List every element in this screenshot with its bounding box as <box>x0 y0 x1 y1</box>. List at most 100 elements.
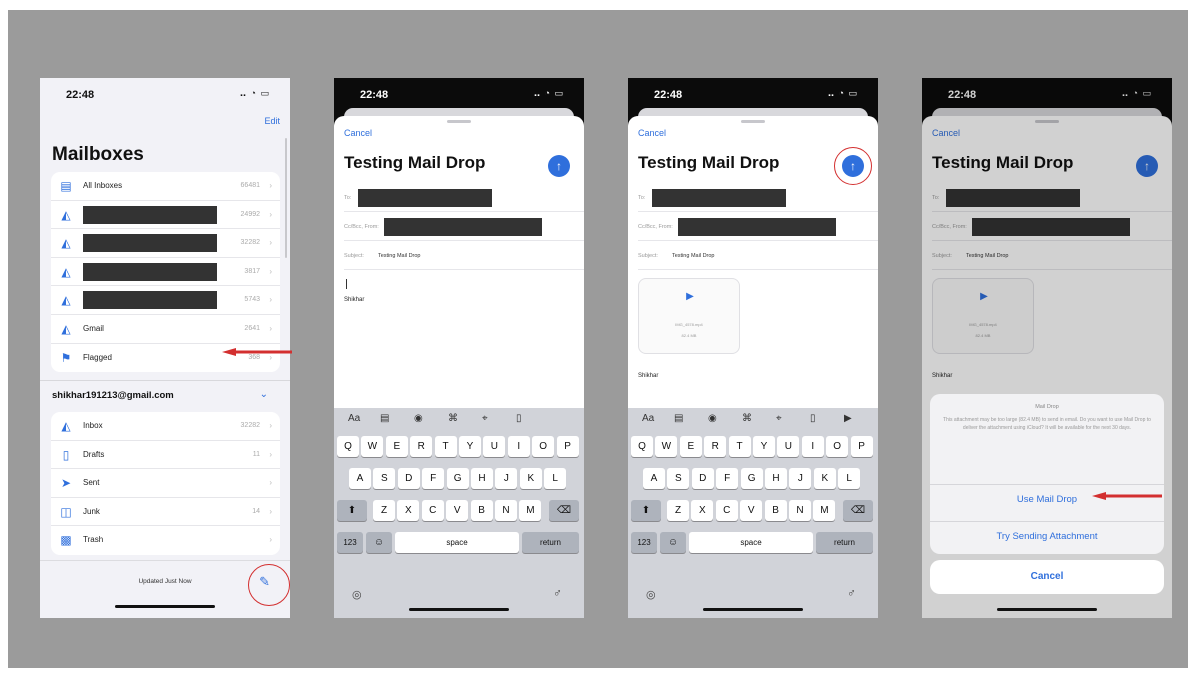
to-field[interactable]: To: <box>344 186 584 212</box>
return-key[interactable]: return <box>522 532 579 553</box>
space-key[interactable]: space <box>395 532 519 553</box>
key[interactable]: E <box>385 436 408 457</box>
delete-key[interactable]: ⌫ <box>843 500 873 521</box>
attach-file-icon[interactable]: ▯ <box>810 413 816 424</box>
key[interactable]: D <box>691 468 714 489</box>
mailbox-redacted[interactable]: ◭ 5743 › <box>51 286 280 315</box>
key[interactable]: Z <box>667 500 689 521</box>
globe-icon[interactable]: ◎ <box>646 588 656 601</box>
key[interactable]: R <box>410 436 433 457</box>
subject-field[interactable]: Subject: Testing Mail Drop <box>638 244 878 270</box>
camera-icon[interactable]: ◉ <box>414 413 423 424</box>
key[interactable]: C <box>715 500 738 521</box>
edit-button[interactable]: Edit <box>264 116 280 126</box>
key[interactable]: R <box>704 436 727 457</box>
delete-key[interactable]: ⌫ <box>549 500 579 521</box>
globe-icon[interactable]: ◎ <box>352 588 362 601</box>
cancel-button[interactable]: Cancel <box>344 128 372 138</box>
key[interactable]: B <box>470 500 493 521</box>
key[interactable]: X <box>397 500 420 521</box>
key[interactable]: Y <box>459 436 481 457</box>
key[interactable]: N <box>495 500 517 521</box>
key[interactable]: B <box>764 500 787 521</box>
account-trash[interactable]: ▩ Trash › <box>51 526 280 555</box>
key[interactable]: G <box>740 468 763 489</box>
key[interactable]: Q <box>631 436 653 457</box>
mailbox-all-inboxes[interactable]: ▤ All Inboxes 66481 › <box>51 172 280 201</box>
account-header[interactable]: shikhar191213@gmail.com <box>52 390 174 401</box>
key[interactable]: O <box>826 436 849 457</box>
key[interactable]: W <box>655 436 678 457</box>
key[interactable]: H <box>765 468 787 489</box>
key[interactable]: C <box>421 500 444 521</box>
try-sending-attachment-button[interactable]: Try Sending Attachment <box>930 521 1164 554</box>
key[interactable]: M <box>813 500 836 521</box>
send-button[interactable]: ↑ <box>548 155 570 177</box>
numbers-key[interactable]: 123 <box>337 532 363 553</box>
key[interactable]: M <box>519 500 542 521</box>
emoji-key[interactable]: ☺ <box>366 532 392 553</box>
key[interactable]: S <box>373 468 396 489</box>
signature[interactable]: Shikhar <box>638 373 658 379</box>
format-text-icon[interactable]: Aa <box>642 413 654 424</box>
key[interactable]: A <box>643 468 665 489</box>
chevron-down-icon[interactable]: ⌄ <box>260 389 268 400</box>
shift-key[interactable]: ⬆ <box>337 500 367 521</box>
key[interactable]: G <box>446 468 469 489</box>
account-junk[interactable]: ◫ Junk 14 › <box>51 498 280 527</box>
key[interactable]: K <box>813 468 836 489</box>
key[interactable]: I <box>801 436 824 457</box>
scan-text-icon[interactable]: ⌖ <box>776 413 782 424</box>
microphone-icon[interactable]: ♂ <box>847 586 856 600</box>
key[interactable]: X <box>691 500 714 521</box>
key[interactable]: A <box>349 468 371 489</box>
emoji-key[interactable]: ☺ <box>660 532 686 553</box>
account-sent[interactable]: ➤ Sent › <box>51 469 280 498</box>
account-inbox[interactable]: ◭ Inbox 32282 › <box>51 412 280 441</box>
key[interactable]: K <box>519 468 542 489</box>
key[interactable]: F <box>422 468 445 489</box>
key[interactable]: O <box>532 436 555 457</box>
key[interactable]: U <box>777 436 800 457</box>
key[interactable]: Z <box>373 500 395 521</box>
key[interactable]: E <box>679 436 702 457</box>
key[interactable]: P <box>556 436 579 457</box>
cc-field[interactable]: Cc/Bcc, From: <box>344 215 584 241</box>
subject-field[interactable]: Subject: Testing Mail Drop <box>344 244 584 270</box>
cc-field[interactable]: Cc/Bcc, From: <box>638 215 878 241</box>
key[interactable]: P <box>850 436 873 457</box>
key[interactable]: L <box>838 468 861 489</box>
key[interactable]: U <box>483 436 506 457</box>
key[interactable]: V <box>446 500 469 521</box>
space-key[interactable]: space <box>689 532 813 553</box>
key[interactable]: J <box>495 468 518 489</box>
key[interactable]: T <box>434 436 457 457</box>
mailbox-redacted[interactable]: ◭ 24992 › <box>51 201 280 230</box>
key[interactable]: Y <box>753 436 775 457</box>
camera-icon[interactable]: ◉ <box>708 413 717 424</box>
key[interactable]: H <box>471 468 493 489</box>
key[interactable]: W <box>361 436 384 457</box>
scan-text-icon[interactable]: ⌖ <box>482 413 488 424</box>
key[interactable]: F <box>716 468 739 489</box>
signature[interactable]: Shikhar <box>344 297 364 303</box>
photo-library-icon[interactable]: ▤ <box>674 413 683 424</box>
microphone-icon[interactable]: ♂ <box>553 586 562 600</box>
mailbox-gmail[interactable]: ◭ Gmail 2641 › <box>51 315 280 344</box>
mailbox-redacted[interactable]: ◭ 3817 › <box>51 258 280 287</box>
key[interactable]: L <box>544 468 567 489</box>
scan-document-icon[interactable]: ⌘ <box>448 413 458 424</box>
key[interactable]: N <box>789 500 811 521</box>
format-text-icon[interactable]: Aa <box>348 413 360 424</box>
sheet-grabber[interactable] <box>447 120 471 123</box>
to-field[interactable]: To: <box>638 186 878 212</box>
attachment-card[interactable]: ▶ IMG_4578.mp4 82.4 MB <box>638 278 740 354</box>
key[interactable]: T <box>728 436 751 457</box>
mailbox-redacted[interactable]: ◭ 32282 › <box>51 229 280 258</box>
key[interactable]: D <box>397 468 420 489</box>
key[interactable]: I <box>507 436 530 457</box>
scrollbar[interactable] <box>285 138 287 258</box>
key[interactable]: J <box>789 468 812 489</box>
numbers-key[interactable]: 123 <box>631 532 657 553</box>
sheet-grabber[interactable] <box>741 120 765 123</box>
